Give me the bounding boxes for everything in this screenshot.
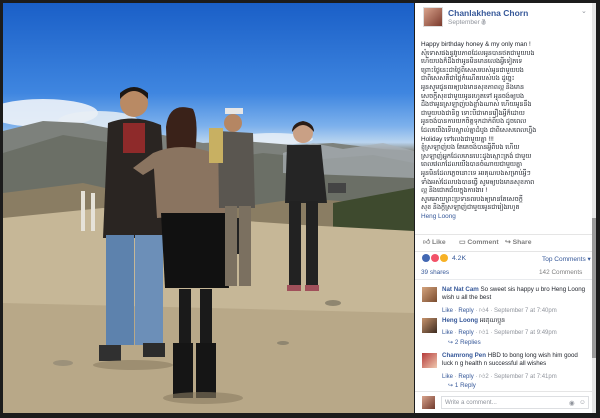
reactions-row: 4.2K Top Comments ▾: [415, 252, 595, 266]
comment-like-count[interactable]: 2: [485, 374, 488, 380]
comment-text: អរគុណប្អូន: [479, 317, 506, 324]
comment-item: Chamrong Pen HBD to bong long wish him g…: [415, 351, 595, 391]
post-actions-bar: 👍︎ Like ▭ Comment ↪ Share: [415, 234, 595, 252]
like-reaction-icon[interactable]: [422, 254, 430, 262]
post-line: ខ្ញុំស្រឡាញ់បង តែគេចង់បានអ្វីពីបង ហើយ: [421, 144, 520, 152]
share-button[interactable]: ↪ Share: [505, 238, 531, 246]
view-replies-link[interactable]: ↪ 2 Replies: [448, 339, 481, 346]
post-line: សូមអោយព្រះប្រទានពរបងឲ្យមានតែសេចក្តី: [421, 195, 523, 203]
comment-meta: Like · Reply · 👍︎2 · September 7 at 7:41…: [442, 374, 557, 380]
comment-body: Heng Loong អរគុណប្អូន: [442, 317, 588, 325]
post-line: សុំទោសផងនូវរូបភាពដែលអូនបានថតជាមួយបង: [421, 49, 535, 57]
post-line: ជាពិសេសគឺជាថ្ងៃកំណើតរបស់បង ដូច្នេះ: [421, 75, 515, 83]
haha-reaction-icon[interactable]: [440, 254, 448, 262]
comment-like-link[interactable]: Like: [442, 330, 453, 336]
commenter-avatar[interactable]: [422, 287, 437, 302]
post-line: អូនមិនដែលភ្លេចនោះទេ អរគុណបងសម្រាប់អ្វីៗ: [421, 169, 531, 177]
shares-row: 39 shares 142 Comments: [415, 268, 595, 280]
chevron-down-icon[interactable]: ⌄: [581, 7, 587, 15]
post-line: Happy birthday honey & my only man !: [421, 41, 531, 48]
screenshot-frame: Chanlakhena Chorn September 7 ◍ ⌄ Happy …: [0, 0, 600, 418]
viewer-avatar: [422, 396, 435, 409]
comment-body: Nat Nat Cam So sweet sis happy u bro Hen…: [442, 286, 588, 302]
comment-item: Nat Nat Cam So sweet sis happy u bro Hen…: [415, 285, 595, 315]
commenter-name[interactable]: Nat Nat Cam: [442, 286, 479, 293]
comment-count[interactable]: 142 Comments: [539, 269, 582, 276]
photo-scene: [3, 87, 414, 413]
post-line: ដែលយើងទើបស្គាល់គ្នាដំបូង ជាពិសេសពេលហ្នឹង: [421, 126, 537, 134]
post-date[interactable]: September 7: [448, 19, 485, 26]
comment-input[interactable]: Write a comment... ◉ ☺: [441, 396, 589, 409]
share-label: Share: [512, 239, 532, 246]
top-comments-dropdown[interactable]: Top Comments ▾: [542, 255, 591, 263]
author-avatar[interactable]: [423, 7, 443, 27]
comment-meta: Like · Reply · 👍︎4 · September 7 at 7:40…: [442, 308, 557, 314]
commenter-name[interactable]: Heng Loong: [442, 317, 478, 324]
love-reaction-icon[interactable]: [431, 254, 439, 262]
post-line: ទាំងអស់ដែលបងបានធ្វើ សូមឲ្យបងមានសុខភាព: [421, 178, 535, 186]
comment-reply-link[interactable]: Reply: [458, 374, 473, 380]
comment-like-count[interactable]: 1: [485, 330, 488, 336]
like-icon: 👍︎: [423, 239, 432, 246]
post-header: Chanlakhena Chorn September 7 ◍ ⌄: [415, 3, 595, 33]
comment-composer: Write a comment... ◉ ☺: [415, 391, 595, 411]
comment-button[interactable]: ▭ Comment: [459, 238, 499, 246]
comment-like-count[interactable]: 4: [485, 308, 488, 314]
sticker-icon[interactable]: ☺: [579, 399, 586, 406]
replies-count: 1 Reply: [454, 382, 476, 389]
post-line: សេចក្តីសុខជាមួយអូនរហូតទៅ អូនចង់ឲ្យបង: [421, 92, 525, 100]
post-side-panel: Chanlakhena Chorn September 7 ◍ ⌄ Happy …: [415, 3, 595, 413]
post-line: អូនសូមជូនពរឲ្យបងមានសុខភាពល្អ និងមាន: [421, 83, 525, 91]
replies-count: 2 Replies: [454, 339, 481, 346]
author-name[interactable]: Chanlakhena Chorn: [448, 8, 528, 18]
post-photo[interactable]: [3, 3, 414, 413]
post-line: Holiday ទៅលេងជាមួយគ្នា !!!: [421, 135, 494, 143]
comment-like-link[interactable]: Like: [442, 308, 453, 314]
comment-like-link[interactable]: Like: [442, 374, 453, 380]
camera-icon[interactable]: ◉: [569, 399, 575, 407]
post-line: ពេលវេលាដែលយើងបានចំណាយជាមួយគ្នា: [421, 161, 523, 169]
comment-input-placeholder: Write a comment...: [445, 399, 497, 406]
post-text: Happy birthday honey & my only man ! សុំ…: [421, 41, 591, 221]
post-line: ហើយបងក៏ដឹងថាអូនមិនមានលេងអ្វីទៀតទេ: [421, 58, 523, 66]
comment-time[interactable]: September 7 at 9:49pm: [494, 330, 557, 336]
commenter-name[interactable]: Chamrong Pen: [442, 352, 486, 359]
post-line: ដឹងថាអូនស្រឡាញ់បងខ្លាំងណាស់ ហើយអូននឹង: [421, 101, 532, 109]
comment-time[interactable]: September 7 at 7:41pm: [494, 374, 557, 380]
comment-item: Heng Loong អរគុណប្អូន Like · Reply · 👍︎1…: [415, 316, 595, 352]
comment-body: Chamrong Pen HBD to bong long wish him g…: [442, 352, 588, 368]
reaction-count[interactable]: 4.2K: [452, 255, 466, 262]
like-label: Like: [432, 239, 446, 246]
comment-reply-link[interactable]: Reply: [458, 308, 473, 314]
commenter-avatar[interactable]: [422, 318, 437, 333]
comment-time[interactable]: September 7 at 7:40pm: [494, 308, 557, 314]
post-line: អូនចង់បានការយកចិត្តទុកដាក់ពីបង ដូចពេល: [421, 118, 527, 126]
scrollbar-thumb[interactable]: [592, 218, 596, 358]
post-line: សុខ និងក្តីស្រឡាញ់ជាមួយអូនជារៀងរហូត: [421, 204, 520, 212]
comment-meta: Like · Reply · 👍︎1 · September 7 at 9:49…: [442, 330, 557, 336]
commenter-avatar[interactable]: [422, 353, 437, 368]
comment-reply-link[interactable]: Reply: [458, 330, 473, 336]
share-icon: ↪: [505, 239, 513, 246]
comment-label: Comment: [467, 239, 499, 246]
post-line: ល្អ និងជោគជ័យក្នុងការងារ !: [421, 187, 488, 195]
share-count[interactable]: 39 shares: [421, 269, 449, 276]
like-button[interactable]: 👍︎ Like: [423, 238, 446, 246]
globe-icon: ◍: [481, 20, 487, 26]
tagged-user-link[interactable]: Heng Loong: [421, 213, 591, 222]
view-replies-link[interactable]: ↪ 1 Reply: [448, 382, 476, 389]
